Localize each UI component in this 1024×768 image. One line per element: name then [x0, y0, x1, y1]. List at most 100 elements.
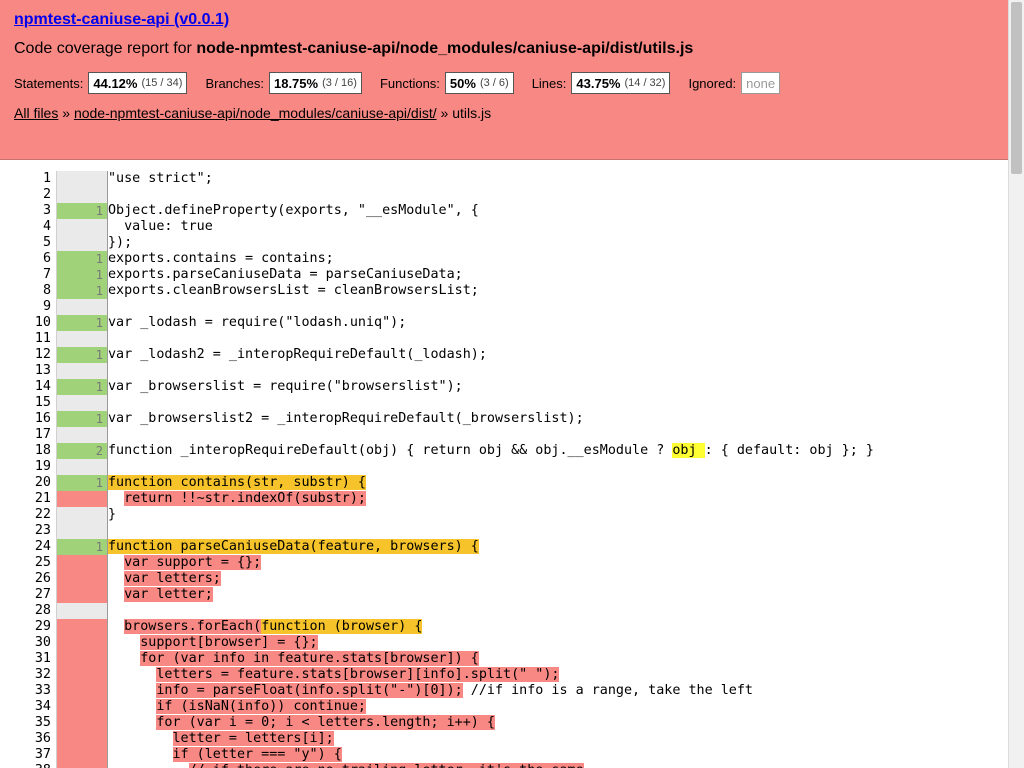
source-text: browsers.forEach(function (browser) { [108, 619, 423, 635]
source-text: Object.defineProperty(exports, "__esModu… [108, 203, 479, 219]
vertical-scrollbar[interactable] [1008, 0, 1024, 768]
uncovered-statement-span: for (var info in feature.stats[browser])… [140, 651, 479, 666]
line-number: 12 [34, 347, 51, 362]
line-number: 4 [42, 219, 51, 234]
page-subtitle: Code coverage report for node-npmtest-ca… [14, 40, 693, 58]
code-line: 36 letter = letters[i]; [0, 731, 1008, 747]
line-number: 31 [34, 651, 51, 666]
stat-value-box: 50% (3 / 6) [444, 72, 514, 94]
line-number: 23 [34, 523, 51, 538]
code-text: }); [108, 235, 133, 250]
code-line: 33 info = parseFloat(info.split("-")[0])… [0, 683, 1008, 699]
line-number: 9 [42, 299, 51, 314]
breadcrumb-separator: » [436, 105, 453, 121]
stat-functions: Functions: 50% (3 / 6) [380, 72, 514, 94]
code-line: 11 [0, 331, 1008, 347]
coverage-count [57, 395, 107, 411]
code-text: "use strict"; [108, 171, 213, 186]
code-line: 37 if (letter === "y") { [0, 747, 1008, 763]
coverage-count: 2 [57, 443, 107, 459]
code-line: 19 [0, 459, 1008, 475]
line-number: 2 [42, 187, 51, 202]
coverage-count [57, 523, 107, 539]
line-number: 13 [34, 363, 51, 378]
source-code-view: 1 "use strict"; 2 3 1 Object.defineProperty(e… [0, 171, 1008, 768]
coverage-count: 1 [57, 315, 107, 331]
source-text: for (var info in feature.stats[browser])… [108, 651, 479, 667]
line-number: 30 [34, 635, 51, 650]
line-number: 5 [42, 235, 51, 250]
coverage-count [57, 763, 107, 768]
line-number: 15 [34, 395, 51, 410]
coverage-count: 1 [57, 251, 107, 267]
code-line: 15 [0, 395, 1008, 411]
project-title-link[interactable]: npmtest-caniuse-api (v0.0.1) [14, 11, 229, 29]
line-number: 22 [34, 507, 51, 522]
line-number: 37 [34, 747, 51, 762]
code-text: exports.cleanBrowsersList = cleanBrowser… [108, 283, 479, 298]
code-line: 3 1 Object.defineProperty(exports, "__esMo… [0, 203, 1008, 219]
source-text: "use strict"; [108, 171, 213, 187]
scrollbar-thumb[interactable] [1011, 2, 1022, 174]
code-text: var _lodash = require("lodash.uniq"); [108, 315, 407, 330]
line-number: 16 [34, 411, 51, 426]
code-line: 1 "use strict"; [0, 171, 1008, 187]
code-line: 6 1 exports.contains = contains; [0, 251, 1008, 267]
coverage-count [57, 635, 107, 651]
source-text: letter = letters[i]; [108, 731, 334, 747]
code-line: 13 [0, 363, 1008, 379]
code-text: var _browserslist = require("browserslis… [108, 379, 463, 394]
line-number: 19 [34, 459, 51, 474]
stat-fraction: (3 / 6) [479, 77, 509, 89]
code-text: } [108, 507, 117, 522]
source-text: // if there are no trailing letter, it's… [108, 763, 584, 768]
coverage-count [57, 363, 107, 379]
code-line: 25 var support = {}; [0, 555, 1008, 571]
code-text: Object.defineProperty(exports, "__esModu… [108, 203, 479, 218]
line-number: 1 [42, 171, 51, 186]
stat-statements: Statements: 44.12% (15 / 34) [14, 72, 188, 94]
line-number: 33 [34, 683, 51, 698]
line-number: 21 [34, 491, 51, 506]
code-line: 4 value: true [0, 219, 1008, 235]
coverage-count [57, 587, 107, 603]
stat-fraction: (3 / 16) [322, 77, 357, 89]
code-line: 30 support[browser] = {}; [0, 635, 1008, 651]
coverage-count [57, 507, 107, 523]
uncovered-statement-span: return !!~str.indexOf(substr); [124, 491, 366, 506]
source-text: info = parseFloat(info.split("-")[0]); /… [108, 683, 753, 699]
coverage-count: 1 [57, 283, 107, 299]
breadcrumb-current-file: utils.js [452, 105, 492, 121]
source-text: if (letter === "y") { [108, 747, 342, 763]
coverage-count [57, 619, 107, 635]
source-text: function parseCaniuseData(feature, brows… [108, 539, 479, 555]
line-number: 14 [34, 379, 51, 394]
uncovered-statement-span: var letter; [124, 587, 213, 602]
line-number: 6 [42, 251, 51, 266]
line-number: 38 [0, 763, 51, 768]
stat-pct: 50% [449, 75, 476, 91]
source-text: for (var i = 0; i < letters.length; i++)… [108, 715, 495, 731]
coverage-count: 1 [57, 379, 107, 395]
breadcrumb-all-files-link[interactable]: All files [14, 105, 58, 121]
code-text: function _interopRequireDefault(obj) { r… [108, 443, 673, 458]
coverage-count: 1 [57, 539, 107, 555]
source-text: function contains(str, substr) { [108, 475, 366, 491]
uncovered-statement-span: support[browser] = {}; [140, 635, 318, 650]
code-line: 20 1 function contains(str, substr) { [0, 475, 1008, 491]
code-line: 2 [0, 187, 1008, 203]
coverage-count: 1 [57, 203, 107, 219]
breadcrumb-dir-link[interactable]: node-npmtest-caniuse-api/node_modules/ca… [74, 105, 437, 121]
code-line: 32 letters = feature.stats[browser][info… [0, 667, 1008, 683]
code-line: 8 1 exports.cleanBrowsersList = cleanBrows… [0, 283, 1008, 299]
coverage-count [57, 571, 107, 587]
stat-label: Statements: [14, 75, 84, 91]
coverage-count [57, 699, 107, 715]
code-text: value: true [108, 219, 213, 234]
line-number: 17 [34, 427, 51, 442]
source-text: exports.contains = contains; [108, 251, 334, 267]
code-line: 24 1 function parseCaniuseData(feature, br… [0, 539, 1008, 555]
